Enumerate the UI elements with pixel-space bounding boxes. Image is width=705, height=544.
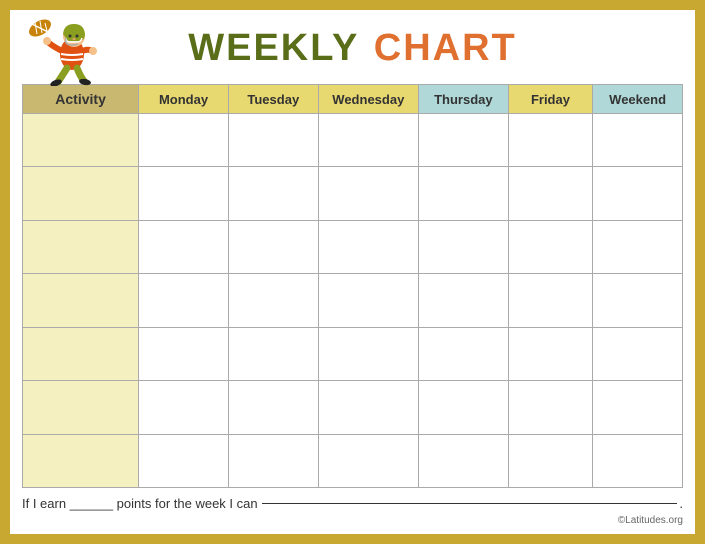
day-cell[interactable]: [318, 220, 418, 273]
footer-line: If I earn ______ points for the week I c…: [22, 496, 683, 511]
copyright: ©Latitudes.org: [22, 515, 683, 526]
day-cell[interactable]: [508, 274, 592, 327]
day-cell[interactable]: [418, 381, 508, 434]
activity-cell[interactable]: [23, 114, 139, 167]
title-weekly: WEEKLY: [188, 27, 359, 69]
activity-cell[interactable]: [23, 434, 139, 487]
day-cell[interactable]: [593, 167, 683, 220]
day-cell[interactable]: [228, 114, 318, 167]
day-cell[interactable]: [593, 220, 683, 273]
day-cell[interactable]: [228, 327, 318, 380]
activity-cell[interactable]: [23, 327, 139, 380]
tuesday-header: Tuesday: [228, 85, 318, 114]
table-row: [23, 114, 683, 167]
header-row: Activity Monday Tuesday Wednesday Thursd…: [23, 85, 683, 114]
day-cell[interactable]: [318, 274, 418, 327]
day-cell[interactable]: [593, 274, 683, 327]
day-cell[interactable]: [139, 167, 229, 220]
day-cell[interactable]: [418, 327, 508, 380]
day-cell[interactable]: [228, 220, 318, 273]
day-cell[interactable]: [139, 381, 229, 434]
activity-cell[interactable]: [23, 381, 139, 434]
footer: If I earn ______ points for the week I c…: [22, 496, 683, 526]
table-row: [23, 274, 683, 327]
day-cell[interactable]: [318, 114, 418, 167]
day-cell[interactable]: [139, 114, 229, 167]
day-cell[interactable]: [418, 434, 508, 487]
activity-cell[interactable]: [23, 220, 139, 273]
day-cell[interactable]: [318, 381, 418, 434]
day-cell[interactable]: [228, 381, 318, 434]
title-chart: CHART: [374, 27, 517, 69]
day-cell[interactable]: [318, 167, 418, 220]
day-cell[interactable]: [139, 274, 229, 327]
table-row: [23, 434, 683, 487]
title-row: WEEKLY CHART: [22, 18, 683, 78]
table-row: [23, 381, 683, 434]
day-cell[interactable]: [139, 327, 229, 380]
day-cell[interactable]: [508, 167, 592, 220]
friday-header: Friday: [508, 85, 592, 114]
footer-text: If I earn ______ points for the week I c…: [22, 496, 258, 511]
day-cell[interactable]: [228, 274, 318, 327]
day-cell[interactable]: [593, 114, 683, 167]
day-cell[interactable]: [418, 114, 508, 167]
table-row: [23, 167, 683, 220]
day-cell[interactable]: [418, 274, 508, 327]
outer-border: WEEKLY CHART Activity M: [0, 0, 705, 544]
day-cell[interactable]: [508, 114, 592, 167]
chart-container: Activity Monday Tuesday Wednesday Thursd…: [22, 84, 683, 488]
day-cell[interactable]: [318, 434, 418, 487]
wednesday-header: Wednesday: [318, 85, 418, 114]
day-cell[interactable]: [593, 327, 683, 380]
inner-page: WEEKLY CHART Activity M: [10, 10, 695, 534]
monday-header: Monday: [139, 85, 229, 114]
day-cell[interactable]: [508, 434, 592, 487]
activity-header: Activity: [23, 85, 139, 114]
thursday-header: Thursday: [418, 85, 508, 114]
day-cell[interactable]: [508, 220, 592, 273]
day-cell[interactable]: [593, 381, 683, 434]
weekly-chart-table: Activity Monday Tuesday Wednesday Thursd…: [22, 84, 683, 488]
day-cell[interactable]: [228, 167, 318, 220]
activity-cell[interactable]: [23, 274, 139, 327]
day-cell[interactable]: [508, 381, 592, 434]
day-cell[interactable]: [228, 434, 318, 487]
day-cell[interactable]: [593, 434, 683, 487]
football-player-icon: [22, 16, 112, 86]
day-cell[interactable]: [418, 220, 508, 273]
day-cell[interactable]: [508, 327, 592, 380]
footer-underline: [262, 503, 678, 504]
day-cell[interactable]: [139, 220, 229, 273]
day-cell[interactable]: [318, 327, 418, 380]
table-row: [23, 220, 683, 273]
weekend-header: Weekend: [593, 85, 683, 114]
day-cell[interactable]: [418, 167, 508, 220]
activity-cell[interactable]: [23, 167, 139, 220]
table-row: [23, 327, 683, 380]
day-cell[interactable]: [139, 434, 229, 487]
title: WEEKLY CHART: [188, 27, 517, 70]
